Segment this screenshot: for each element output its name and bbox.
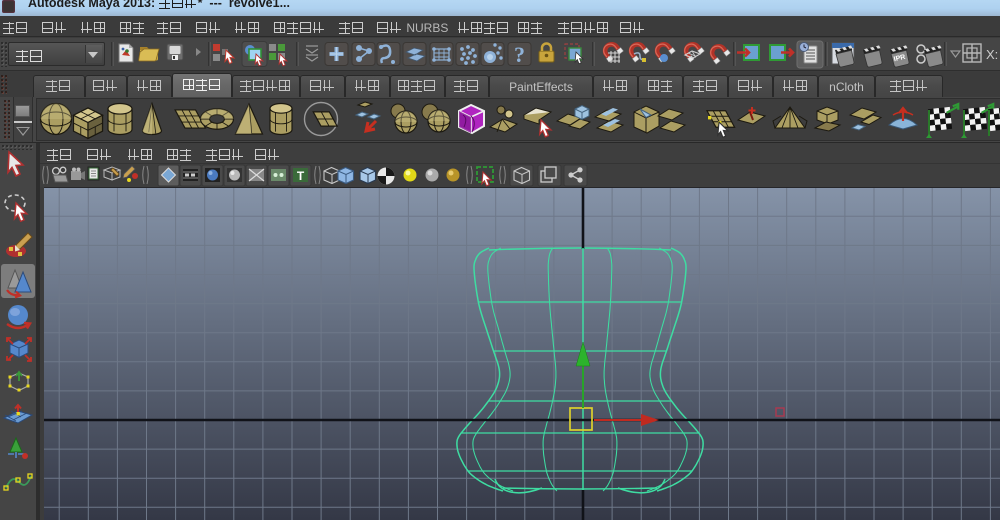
svg-text:T: T xyxy=(297,169,305,183)
svg-text:X:: X: xyxy=(986,47,998,62)
svg-text:?: ? xyxy=(514,42,525,67)
